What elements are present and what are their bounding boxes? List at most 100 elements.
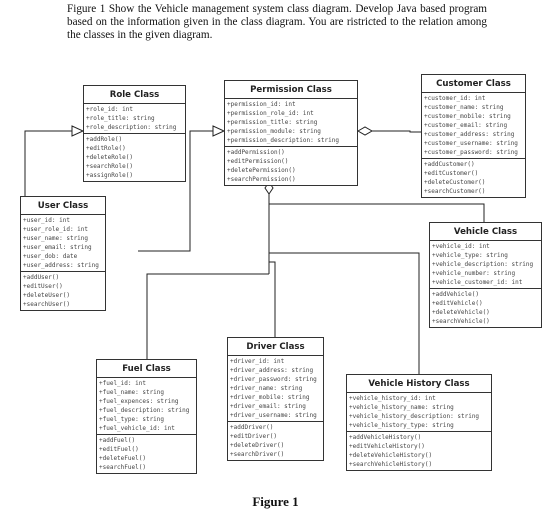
user-class-attributes: +user_id: int +user_role_id: int +user_n… — [21, 215, 105, 271]
attribute: +vehicle_description: string — [432, 261, 534, 268]
figure-label: Figure 1 — [252, 494, 299, 509]
fuel-class: Fuel Class +fuel_id: int +fuel_name: str… — [96, 359, 197, 474]
customer-class-methods: +addCustomer() +editCustomer() +deleteCu… — [422, 158, 525, 197]
attribute: +customer_password: string — [424, 149, 518, 156]
attribute: +permission_role_id: int — [227, 110, 314, 117]
method: +editPermission() — [227, 158, 289, 165]
method: +searchVehicle() — [432, 318, 490, 325]
attribute: +vehicle_history_name: string — [349, 404, 454, 411]
method: +deleteRole() — [86, 154, 133, 161]
user-class-title: User Class — [21, 197, 105, 215]
attribute: +fuel_expences: string — [99, 398, 179, 405]
relation-user-role — [24, 130, 72, 198]
attribute: +vehicle_number: string — [432, 270, 516, 277]
method: +searchCustomer() — [424, 188, 486, 195]
method: +addDriver() — [230, 424, 274, 431]
vehicle-history-class: Vehicle History Class +vehicle_history_i… — [346, 374, 492, 471]
driver-class-title: Driver Class — [228, 338, 323, 356]
method: +deleteVehicle() — [432, 309, 490, 316]
attribute: +permission_id: int — [227, 101, 296, 108]
attribute: +role_description: string — [86, 124, 177, 131]
vehicle-class-title: Vehicle Class — [430, 223, 541, 241]
vehicle-history-class-methods: +addVehicleHistory() +editVehicleHistory… — [347, 431, 491, 470]
attribute: +customer_id: int — [424, 95, 486, 102]
attribute: +driver_name: string — [230, 385, 303, 392]
attribute: +driver_id: int — [230, 358, 285, 365]
permission-class-methods: +addPermission() +editPermission() +dele… — [225, 146, 357, 185]
role-class: Role Class +role_id: int +role_title: st… — [83, 85, 186, 182]
role-class-attributes: +role_id: int +role_title: string +role_… — [84, 104, 185, 133]
vehicle-class: Vehicle Class +vehicle_id: int +vehicle_… — [429, 222, 542, 328]
method: +searchUser() — [23, 301, 70, 308]
attribute: +vehicle_id: int — [432, 243, 490, 250]
method: +addVehicleHistory() — [349, 434, 422, 441]
attribute: +user_name: string — [23, 235, 89, 242]
role-class-methods: +addRole() +editRole() +deleteRole() +se… — [84, 133, 185, 181]
permission-class-title: Permission Class — [225, 81, 357, 99]
driver-class-methods: +addDriver() +editDriver() +deleteDriver… — [228, 421, 323, 460]
attribute: +customer_email: string — [424, 122, 508, 129]
method: +searchDriver() — [230, 451, 285, 458]
vehicle-history-class-attributes: +vehicle_history_id: int +vehicle_histor… — [347, 393, 491, 431]
attribute: +role_title: string — [86, 115, 155, 122]
method: +deleteVehicleHistory() — [349, 452, 433, 459]
attribute: +permission_module: string — [227, 128, 321, 135]
attribute: +driver_password: string — [230, 376, 317, 383]
relation-customer-permission — [382, 130, 421, 133]
method: +searchRole() — [86, 163, 133, 170]
method: +deleteUser() — [23, 292, 70, 299]
method: +deleteFuel() — [99, 455, 146, 462]
method: +deleteCustomer() — [424, 179, 486, 186]
method: +addPermission() — [227, 149, 285, 156]
attribute: +user_id: int — [23, 217, 70, 224]
attribute: +fuel_name: string — [99, 389, 165, 396]
attribute: +permission_title: string — [227, 119, 318, 126]
user-class-methods: +addUser() +editUser() +deleteUser() +se… — [21, 271, 105, 310]
attribute: +permission_description: string — [227, 137, 339, 144]
attribute: +user_dob: date — [23, 253, 78, 260]
attribute: +user_email: string — [23, 244, 92, 251]
attribute: +customer_username: string — [424, 140, 518, 147]
method: +addFuel() — [99, 437, 136, 444]
method: +addRole() — [86, 136, 123, 143]
fuel-class-title: Fuel Class — [97, 360, 196, 378]
method: +assignRole() — [86, 172, 133, 179]
fuel-class-attributes: +fuel_id: int +fuel_name: string +fuel_e… — [97, 378, 196, 434]
attribute: +user_role_id: int — [23, 226, 89, 233]
method: +editVehicleHistory() — [349, 443, 425, 450]
attribute: +driver_address: string — [230, 367, 314, 374]
vehicle-class-methods: +addVehicle() +editVehicle() +deleteVehi… — [430, 288, 541, 327]
attribute: +customer_mobile: string — [424, 113, 511, 120]
attribute: +fuel_description: string — [99, 407, 190, 414]
permission-class-attributes: +permission_id: int +permission_role_id:… — [225, 99, 357, 146]
attribute: +driver_email: string — [230, 403, 306, 410]
method: +editFuel() — [99, 446, 139, 453]
method: +searchFuel() — [99, 464, 146, 471]
method: +editCustomer() — [424, 170, 479, 177]
method: +editVehicle() — [432, 300, 483, 307]
method: +editDriver() — [230, 433, 277, 440]
vehicle-history-class-title: Vehicle History Class — [347, 375, 491, 393]
attribute: +vehicle_customer_id: int — [432, 279, 523, 286]
attribute: +customer_address: string — [424, 131, 515, 138]
fuel-class-methods: +addFuel() +editFuel() +deleteFuel() +se… — [97, 434, 196, 473]
attribute: +driver_username: string — [230, 412, 317, 419]
attribute: +fuel_id: int — [99, 380, 146, 387]
relation-driver-permission — [269, 261, 276, 337]
method: +addUser() — [23, 274, 60, 281]
method: +addVehicle() — [432, 291, 479, 298]
aggregation-diamond-customer — [356, 126, 374, 136]
method: +deletePermission() — [227, 167, 296, 174]
attribute: +vehicle_type: string — [432, 252, 508, 259]
attribute: +driver_mobile: string — [230, 394, 310, 401]
method: +searchVehicleHistory() — [349, 461, 433, 468]
attribute: +fuel_vehicle_id: int — [99, 425, 175, 432]
method: +editUser() — [23, 283, 63, 290]
driver-class-attributes: +driver_id: int +driver_address: string … — [228, 356, 323, 421]
attribute: +fuel_type: string — [99, 416, 165, 423]
vehicle-class-attributes: +vehicle_id: int +vehicle_type: string +… — [430, 241, 541, 288]
role-class-title: Role Class — [84, 86, 185, 104]
attribute: +vehicle_history_id: int — [349, 395, 436, 402]
customer-class: Customer Class +customer_id: int +custom… — [421, 74, 526, 198]
method: +addCustomer() — [424, 161, 475, 168]
